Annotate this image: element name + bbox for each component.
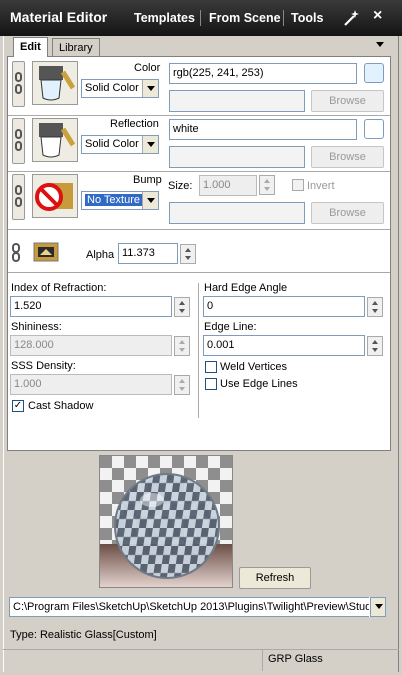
alpha-input[interactable]: 11.373 xyxy=(118,243,178,264)
title-bar: Material Editor Templates From Scene Too… xyxy=(0,0,402,36)
shininess-spinner[interactable] xyxy=(174,336,190,356)
reflection-mode-select[interactable]: Solid Color xyxy=(81,135,159,154)
chevron-down-icon xyxy=(142,136,158,153)
bump-size-input[interactable]: 1.000 xyxy=(199,175,257,196)
edge-line-spinner[interactable] xyxy=(367,336,383,356)
reflection-browse-button[interactable]: Browse xyxy=(311,146,384,168)
cast-shadow-label: Cast Shadow xyxy=(28,400,94,412)
menu-tools[interactable]: Tools xyxy=(291,11,323,25)
sss-density-spinner[interactable] xyxy=(174,375,190,395)
edge-line-input[interactable]: 0.001 xyxy=(203,335,365,356)
column-divider xyxy=(198,283,199,418)
use-edge-lines-label: Use Edge Lines xyxy=(220,378,298,390)
divider xyxy=(8,272,390,273)
preview-scene-select[interactable]: C:\Program Files\SketchUp\SketchUp 2013\… xyxy=(9,597,385,617)
color-bucket-icon[interactable] xyxy=(32,61,78,105)
status-bar xyxy=(3,649,399,673)
bump-mode-value: No Texture xyxy=(85,194,142,206)
bump-browse-button[interactable]: Browse xyxy=(311,202,384,224)
chevron-down-icon xyxy=(142,192,158,209)
window-title: Material Editor xyxy=(10,9,108,25)
divider xyxy=(8,115,390,116)
tab-library[interactable]: Library xyxy=(52,38,100,56)
reflection-mode-value: Solid Color xyxy=(85,138,139,150)
bump-label: Bump xyxy=(133,174,162,186)
preview-scene-path: C:\Program Files\SketchUp\SketchUp 2013\… xyxy=(13,601,380,613)
menu-from-scene[interactable]: From Scene xyxy=(209,11,281,25)
alpha-link-chain-icon[interactable] xyxy=(12,243,20,263)
bump-mode-select[interactable]: No Texture xyxy=(81,191,159,210)
reflection-value-input[interactable]: white xyxy=(169,119,357,140)
ior-input[interactable]: 1.520 xyxy=(10,296,172,317)
alpha-spinner[interactable] xyxy=(180,244,196,264)
use-edge-lines-checkbox[interactable] xyxy=(205,378,217,390)
panel-menu-icon[interactable] xyxy=(376,42,384,47)
ior-label: Index of Refraction: xyxy=(11,282,107,294)
weld-vertices-checkbox[interactable] xyxy=(205,361,217,373)
ior-spinner[interactable] xyxy=(174,297,190,317)
magic-wand-icon[interactable] xyxy=(342,9,360,27)
menu-separator xyxy=(283,10,284,26)
menu-separator xyxy=(200,10,201,26)
color-value-input[interactable]: rgb(225, 241, 253) xyxy=(169,63,357,84)
reflection-link-chain-icon[interactable] xyxy=(12,118,25,164)
refresh-button[interactable]: Refresh xyxy=(239,567,311,589)
status-material-name: GRP Glass xyxy=(268,653,323,665)
hard-edge-angle-input[interactable]: 0 xyxy=(203,296,365,317)
color-texture-field[interactable] xyxy=(169,90,305,112)
close-button[interactable]: × xyxy=(373,7,382,25)
color-mode-select[interactable]: Solid Color xyxy=(81,79,159,98)
preview-scene-dropdown[interactable] xyxy=(369,597,386,617)
sss-density-label: SSS Density: xyxy=(11,360,76,372)
alpha-label: Alpha xyxy=(86,249,115,261)
divider xyxy=(8,229,390,230)
material-type-text: Type: Realistic Glass[Custom] xyxy=(10,629,157,641)
menu-templates[interactable]: Templates xyxy=(134,11,195,25)
cast-shadow-checkbox[interactable]: ✓ xyxy=(12,400,24,412)
alpha-texture-icon[interactable] xyxy=(32,240,62,264)
status-divider xyxy=(262,650,263,671)
color-label: Color xyxy=(134,62,161,74)
tab-edit[interactable]: Edit xyxy=(13,37,48,57)
color-swatch[interactable] xyxy=(364,63,384,83)
bump-link-chain-icon[interactable] xyxy=(12,174,25,220)
bump-texture-field[interactable] xyxy=(169,202,305,224)
reflection-bucket-icon[interactable] xyxy=(32,118,78,162)
weld-vertices-label: Weld Vertices xyxy=(220,361,288,373)
color-mode-value: Solid Color xyxy=(85,82,139,94)
invert-checkbox[interactable] xyxy=(292,179,304,191)
reflection-swatch[interactable] xyxy=(364,119,384,139)
invert-label: Invert xyxy=(307,180,335,192)
color-browse-button[interactable]: Browse xyxy=(311,90,384,112)
chevron-down-icon xyxy=(370,597,386,617)
sss-density-input[interactable]: 1.000 xyxy=(10,374,172,395)
no-texture-icon[interactable] xyxy=(32,174,78,218)
chevron-down-icon xyxy=(142,80,158,97)
material-preview xyxy=(99,455,233,588)
hard-edge-angle-label: Hard Edge Angle xyxy=(204,282,288,294)
divider xyxy=(8,171,390,172)
shininess-label: Shininess: xyxy=(11,321,62,333)
bump-size-spinner[interactable] xyxy=(259,175,275,195)
color-link-chain-icon[interactable] xyxy=(12,61,25,107)
shininess-input[interactable]: 128.000 xyxy=(10,335,172,356)
reflection-label: Reflection xyxy=(110,118,159,130)
bump-size-label: Size: xyxy=(168,180,193,192)
hard-edge-angle-spinner[interactable] xyxy=(367,297,383,317)
edge-line-label: Edge Line: xyxy=(204,321,257,333)
reflection-texture-field[interactable] xyxy=(169,146,305,168)
